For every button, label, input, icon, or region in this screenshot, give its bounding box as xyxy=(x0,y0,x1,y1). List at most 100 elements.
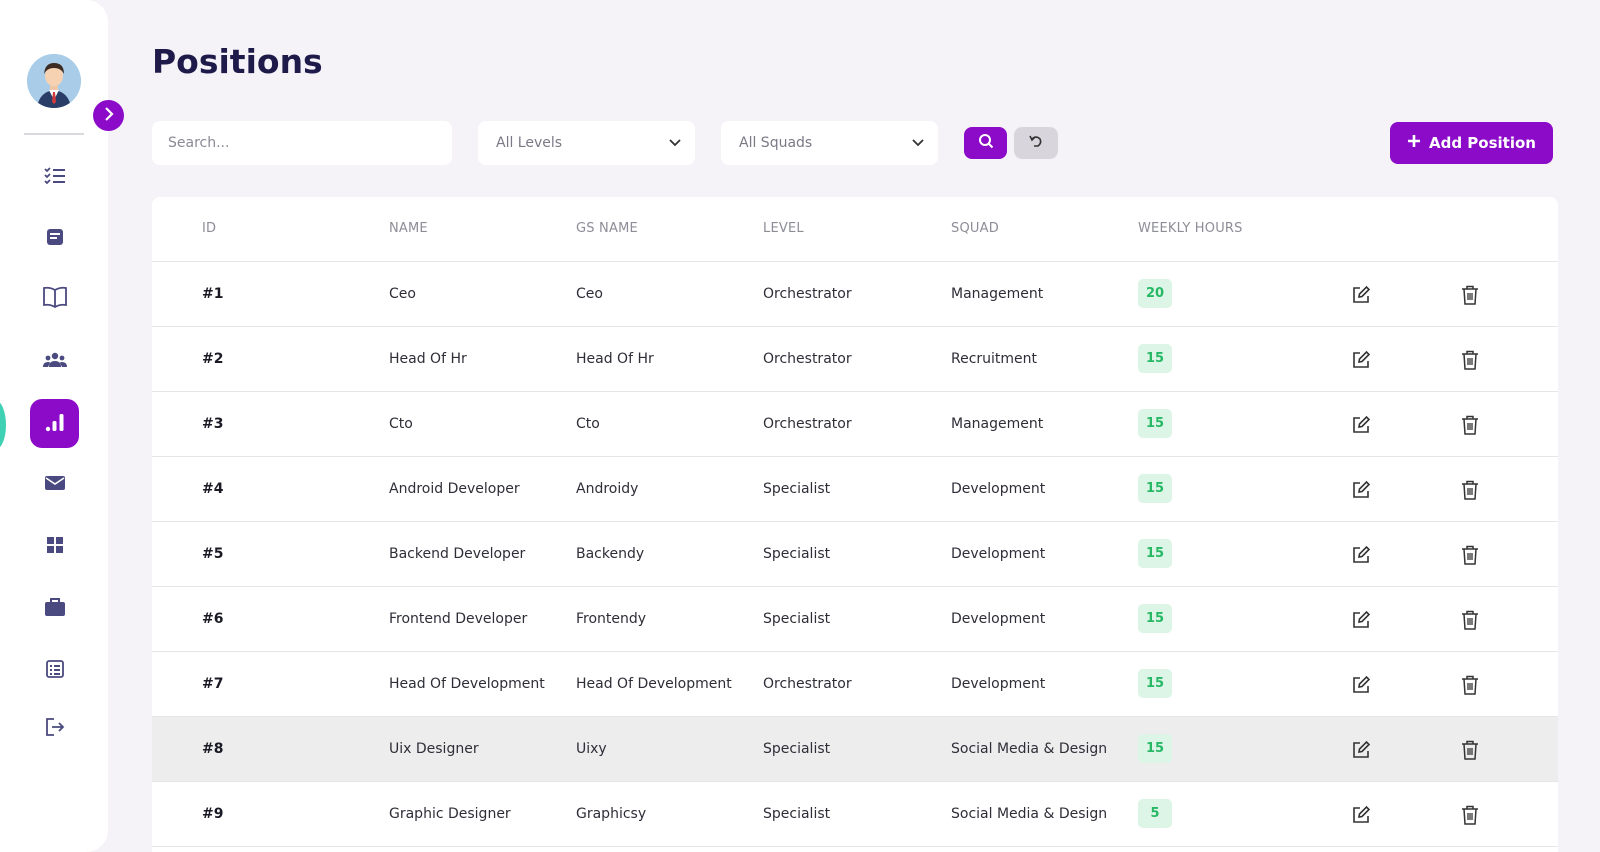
edit-icon[interactable] xyxy=(1349,543,1373,567)
weekly-hours-badge: 15 xyxy=(1138,474,1172,503)
delete-icon[interactable] xyxy=(1458,803,1482,827)
table-header: ID NAME GS NAME LEVEL SQUAD WEEKLY HOURS xyxy=(152,197,1558,262)
cell-gs-name: Cto xyxy=(576,416,600,432)
column-header-gs-name: GS NAME xyxy=(576,221,638,236)
table-row[interactable]: #3 Cto Cto Orchestrator Management 15 xyxy=(152,392,1558,457)
edit-icon[interactable] xyxy=(1349,478,1373,502)
sidebar-item-list[interactable] xyxy=(30,646,79,695)
cell-id: #5 xyxy=(202,546,224,562)
list-icon xyxy=(45,659,65,683)
search-icon xyxy=(978,133,994,153)
cell-id: #7 xyxy=(202,676,224,692)
delete-icon[interactable] xyxy=(1458,608,1482,632)
cell-gs-name: Ceo xyxy=(576,286,603,302)
active-indicator xyxy=(0,400,6,450)
edit-icon[interactable] xyxy=(1349,803,1373,827)
sidebar-item-notes[interactable] xyxy=(30,214,79,263)
cell-level: Specialist xyxy=(763,611,831,627)
search-button[interactable] xyxy=(964,127,1007,159)
sidebar-item-checklist[interactable] xyxy=(30,153,79,202)
grid-icon xyxy=(45,535,65,559)
cell-squad: Development xyxy=(951,676,1046,692)
weekly-hours-badge: 15 xyxy=(1138,604,1172,633)
table-row[interactable]: #4 Android Developer Androidy Specialist Dev… xyxy=(152,457,1558,522)
search-input[interactable] xyxy=(152,121,452,165)
sidebar-item-book[interactable] xyxy=(30,274,79,323)
cell-squad: Development xyxy=(951,546,1046,562)
page-title: Positions xyxy=(152,42,323,81)
delete-icon[interactable] xyxy=(1458,673,1482,697)
column-header-squad: SQUAD xyxy=(951,221,999,236)
sidebar-item-logout[interactable] xyxy=(30,704,79,753)
squads-select[interactable]: All Squads xyxy=(721,121,938,165)
levels-select[interactable]: All Levels xyxy=(478,121,695,165)
chevron-right-icon xyxy=(103,106,115,125)
weekly-hours-badge: 15 xyxy=(1138,734,1172,763)
sidebar-item-team[interactable] xyxy=(30,337,79,386)
cell-level: Specialist xyxy=(763,741,831,757)
weekly-hours-badge: 5 xyxy=(1138,799,1172,828)
cell-level: Orchestrator xyxy=(763,286,852,302)
avatar[interactable] xyxy=(27,54,81,108)
cell-gs-name: Graphicsy xyxy=(576,806,647,822)
cell-name: Frontend Developer xyxy=(389,611,528,627)
reset-button[interactable] xyxy=(1014,127,1058,159)
table-row[interactable]: #5 Backend Developer Backendy Specialist Dev… xyxy=(152,522,1558,587)
cell-squad: Social Media & Design xyxy=(951,806,1108,822)
add-position-label: Add Position xyxy=(1429,134,1536,152)
delete-icon[interactable] xyxy=(1458,738,1482,762)
sidebar-item-dashboard[interactable] xyxy=(30,522,79,571)
delete-icon[interactable] xyxy=(1458,413,1482,437)
cell-gs-name: Head Of Hr xyxy=(576,351,654,367)
weekly-hours-badge: 15 xyxy=(1138,669,1172,698)
cell-name: Uix Designer xyxy=(389,741,479,757)
positions-table: ID NAME GS NAME LEVEL SQUAD WEEKLY HOURS… xyxy=(152,197,1558,852)
add-position-button[interactable]: Add Position xyxy=(1390,122,1553,164)
cell-squad: Recruitment xyxy=(951,351,1038,367)
cell-id: #8 xyxy=(202,741,224,757)
cell-id: #9 xyxy=(202,806,224,822)
cell-name: Android Developer xyxy=(389,481,520,497)
delete-icon[interactable] xyxy=(1458,543,1482,567)
delete-icon[interactable] xyxy=(1458,348,1482,372)
column-header-id: ID xyxy=(202,221,217,236)
weekly-hours-badge: 20 xyxy=(1138,279,1172,308)
edit-icon[interactable] xyxy=(1349,738,1373,762)
cell-id: #1 xyxy=(202,286,224,302)
undo-icon xyxy=(1028,133,1044,153)
delete-icon[interactable] xyxy=(1458,283,1482,307)
edit-icon[interactable] xyxy=(1349,283,1373,307)
cell-squad: Development xyxy=(951,611,1046,627)
cell-gs-name: Androidy xyxy=(576,481,639,497)
cell-id: #2 xyxy=(202,351,224,367)
delete-icon[interactable] xyxy=(1458,478,1482,502)
table-row[interactable]: #9 Graphic Designer Graphicsy Specialist Soc… xyxy=(152,782,1558,847)
sidebar xyxy=(0,0,108,852)
table-row[interactable]: #6 Frontend Developer Frontendy Specialist D… xyxy=(152,587,1558,652)
table-row[interactable]: #2 Head Of Hr Head Of Hr Orchestrator Recrui… xyxy=(152,327,1558,392)
table-row[interactable]: #8 Uix Designer Uixy Specialist Social Media… xyxy=(152,717,1558,782)
edit-icon[interactable] xyxy=(1349,673,1373,697)
team-icon xyxy=(42,350,67,374)
cell-squad: Management xyxy=(951,286,1044,302)
cell-gs-name: Head Of Development xyxy=(576,676,732,692)
sidebar-item-jobs[interactable] xyxy=(30,584,79,633)
cell-level: Specialist xyxy=(763,481,831,497)
briefcase-icon xyxy=(44,597,66,621)
mail-icon xyxy=(44,474,66,496)
cell-name: Backend Developer xyxy=(389,546,526,562)
edit-icon[interactable] xyxy=(1349,348,1373,372)
sidebar-item-mail[interactable] xyxy=(30,460,79,509)
weekly-hours-badge: 15 xyxy=(1138,409,1172,438)
chart-icon xyxy=(44,411,66,437)
table-row[interactable]: #1 Ceo Ceo Orchestrator Management 20 xyxy=(152,262,1558,327)
edit-icon[interactable] xyxy=(1349,413,1373,437)
squads-select-value: All Squads xyxy=(739,135,813,151)
logout-icon xyxy=(44,717,66,741)
sidebar-toggle-button[interactable] xyxy=(93,100,124,131)
sidebar-item-reports[interactable] xyxy=(30,399,79,448)
cell-id: #6 xyxy=(202,611,224,627)
cell-squad: Social Media & Design xyxy=(951,741,1108,757)
table-row[interactable]: #7 Head Of Development Head Of Development… xyxy=(152,652,1558,717)
edit-icon[interactable] xyxy=(1349,608,1373,632)
